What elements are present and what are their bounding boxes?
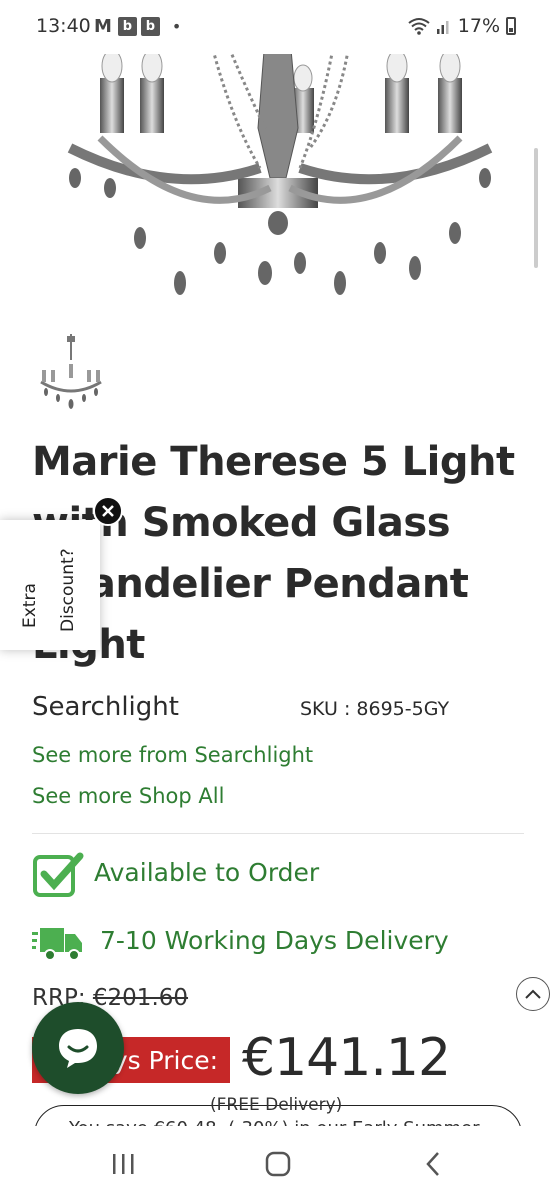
rrp-value: €201.60 [92,985,189,1011]
battery-icon [506,17,516,35]
chat-bubble-icon [59,1029,97,1068]
more-notifications-dot: • [171,17,182,36]
discount-label-line1: Extra [20,583,40,628]
sku: SKU : 8695-5GY [300,698,450,720]
close-icon[interactable] [93,496,123,526]
status-bar: 13:40 M b b • 17% [0,0,554,54]
battery-percent: 17% [457,15,500,37]
current-price: €141.12 [242,1028,451,1088]
availability-status: Available to Order [94,858,320,887]
free-delivery-note: (FREE Delivery) [210,1095,343,1115]
extra-discount-tab[interactable]: Extra Discount? [0,520,100,650]
signal-icon [436,21,449,34]
discount-label-line2-wrap: Discount? [58,548,142,652]
notification-b-icon: b [140,17,160,36]
see-more-brand-link[interactable]: See more from Searchlight [32,743,313,767]
discount-label-line2: Discount? [58,548,78,632]
page-scrollbar[interactable] [534,148,538,268]
status-right: 17% [408,15,516,37]
home-button[interactable] [258,1146,298,1182]
back-button[interactable] [413,1146,453,1182]
truck-icon [32,928,82,961]
scroll-to-top-button[interactable] [516,977,550,1011]
home-icon [265,1151,291,1177]
notification-b-icon: b [117,17,137,36]
gmail-icon: M [94,16,112,37]
recent-apps-button[interactable] [103,1146,143,1182]
check-box-icon [33,852,84,897]
wifi-icon [408,18,430,35]
delivery-time: 7-10 Working Days Delivery [100,926,449,955]
chat-button[interactable] [32,1002,124,1094]
back-icon [426,1152,439,1176]
recent-apps-icon [113,1154,134,1174]
see-more-shop-all-link[interactable]: See more Shop All [32,784,224,808]
status-time: 13:40 [36,15,91,37]
brand-name: Searchlight [32,692,179,722]
product-image[interactable] [60,38,500,298]
product-thumbnail[interactable] [36,332,106,414]
notification-icons: M b b • [94,16,181,37]
chevron-up-icon [525,989,541,999]
system-nav-bar [0,1126,554,1200]
divider [32,833,524,834]
